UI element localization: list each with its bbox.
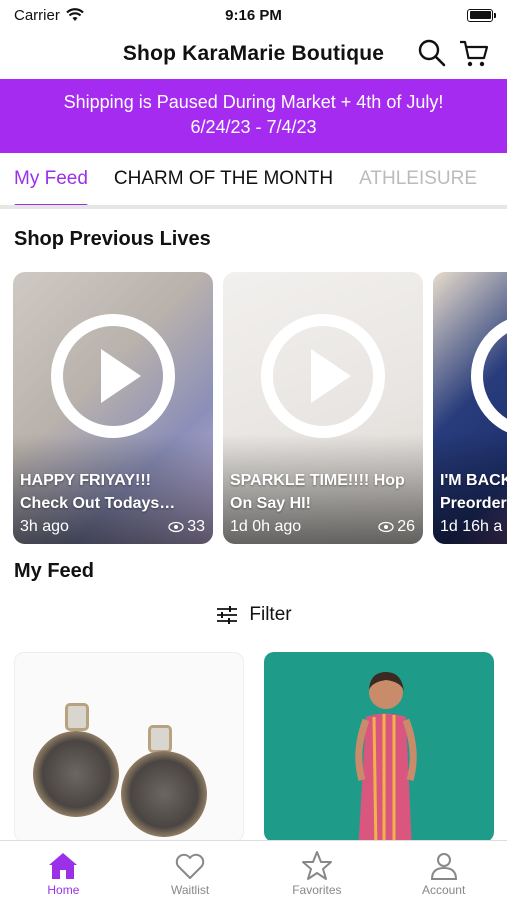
- product-card[interactable]: [264, 652, 494, 842]
- product-card[interactable]: [14, 652, 244, 842]
- eye-icon: [168, 521, 184, 533]
- tabbar-home[interactable]: Home: [0, 841, 127, 900]
- star-icon: [301, 851, 332, 880]
- person-icon: [430, 853, 457, 880]
- tabbar-waitlist[interactable]: Waitlist: [127, 841, 254, 900]
- play-icon[interactable]: [471, 314, 507, 438]
- heart-icon: [175, 853, 205, 879]
- play-icon[interactable]: [51, 314, 175, 438]
- bottom-tab-bar: Home Waitlist Favorites Account: [0, 840, 507, 900]
- live-time-ago: 1d 16h a: [440, 518, 503, 535]
- my-feed-title: My Feed: [14, 560, 95, 582]
- tab-athleisure[interactable]: ATHLEISURE: [359, 153, 477, 205]
- product-image: [355, 672, 417, 842]
- wifi-icon: [66, 8, 84, 21]
- sliders-icon: [217, 606, 238, 624]
- live-caption: SPARKLE TIME!!!! Hop On Say HI!: [230, 472, 405, 512]
- previous-lives-title: Shop Previous Lives: [14, 228, 211, 250]
- tabbar-label: Account: [421, 883, 466, 897]
- eye-icon: [378, 521, 394, 533]
- tabbar-favorites[interactable]: Favorites: [254, 841, 381, 900]
- previous-lives-carousel[interactable]: HAPPY FRIYAY!!! Check Out Todays… 3h ago…: [13, 272, 507, 544]
- live-view-count: 26: [397, 518, 415, 535]
- status-left: Carrier: [14, 7, 84, 24]
- live-caption: HAPPY FRIYAY!!! Check Out Todays…: [20, 472, 176, 512]
- tab-charm-of-the-month[interactable]: CHARM OF THE MONTH: [114, 153, 333, 205]
- search-icon[interactable]: [417, 38, 447, 68]
- tabbar-account[interactable]: Account: [380, 841, 507, 900]
- live-time-ago: 1d 0h ago: [230, 518, 302, 535]
- shipping-banner: Shipping is Paused During Market + 4th o…: [0, 79, 507, 153]
- filter-button[interactable]: Filter: [0, 604, 507, 626]
- carrier-label: Carrier: [14, 6, 60, 24]
- app-header: Shop KaraMarie Boutique: [0, 30, 507, 78]
- live-video-card[interactable]: I'M BACK Preorder 1d 16h a: [433, 272, 507, 544]
- play-icon[interactable]: [261, 314, 385, 438]
- live-time-ago: 3h ago: [20, 518, 69, 535]
- battery-icon: [467, 8, 496, 22]
- status-time: 9:16 PM: [225, 6, 282, 24]
- tabbar-label: Home: [47, 883, 80, 897]
- filter-label: Filter: [249, 604, 292, 625]
- cart-icon[interactable]: [459, 38, 489, 68]
- banner-line-1: Shipping is Paused During Market + 4th o…: [63, 92, 444, 112]
- tab-my-feed[interactable]: My Feed: [14, 153, 88, 205]
- tabbar-label: Waitlist: [171, 883, 210, 897]
- live-caption: I'M BACK Preorder: [440, 472, 507, 512]
- store-title: Shop KaraMarie Boutique: [122, 42, 385, 65]
- banner-line-2: 6/24/23 - 7/4/23: [190, 117, 317, 137]
- live-video-card[interactable]: HAPPY FRIYAY!!! Check Out Todays… 3h ago…: [13, 272, 213, 544]
- tabbar-label: Favorites: [292, 883, 342, 897]
- category-tabs: My Feed CHARM OF THE MONTH ATHLEISURE: [0, 153, 507, 209]
- product-image: [15, 653, 243, 841]
- live-video-card[interactable]: SPARKLE TIME!!!! Hop On Say HI! 1d 0h ag…: [223, 272, 423, 544]
- home-icon: [49, 853, 78, 879]
- status-bar: Carrier 9:16 PM: [0, 0, 507, 30]
- live-view-count: 33: [187, 518, 205, 535]
